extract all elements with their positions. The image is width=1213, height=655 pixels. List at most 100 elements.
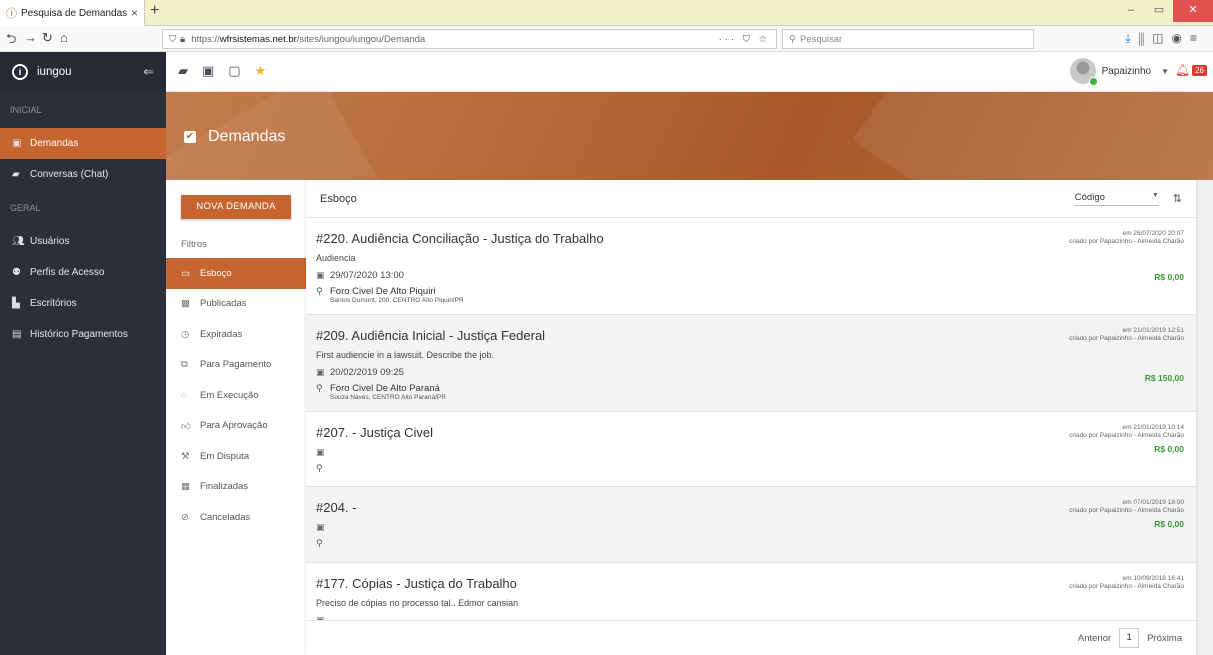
sidebar-item-label: Conversas (Chat) [30, 169, 109, 180]
url-actions-icon[interactable]: ··· ⛉ ☆ [719, 34, 770, 45]
meta-date: em 21/01/2019 10:14 [1122, 424, 1184, 431]
new-demand-button[interactable]: NOVA DEMANDA [181, 195, 291, 219]
menu-icon[interactable]: ≡ [1190, 31, 1205, 45]
filter-label: Finalizadas [200, 481, 249, 493]
meta-author: criado por Papaizinho - Almeida Charão [1069, 335, 1184, 342]
meta-date: em 26/07/2020 20:07 [1122, 230, 1184, 237]
current-page[interactable]: 1 [1119, 628, 1140, 648]
prev-page-button[interactable]: Anterior [1078, 633, 1111, 644]
app-sidebar: i iungou ⇐ INICIAL ▣ Demandas ▰ Conversa… [0, 52, 166, 655]
demand-title[interactable]: #209. Audiência Inicial - Justiça Federa… [316, 328, 1186, 343]
demand-date-text: 29/07/2020 13:00 [330, 270, 404, 281]
sidebar-item-usuarios[interactable]: 👥︎ Usuários [0, 226, 166, 257]
map-pin-icon: ⚲ [316, 463, 323, 473]
browser-tab[interactable]: ⓘ Pesquisa de Demandas × [0, 0, 145, 26]
filter-label: Esboço [200, 267, 232, 279]
filter-label: Em Disputa [200, 450, 250, 462]
library-icon[interactable]: ⫼ [1139, 31, 1153, 45]
demand-title[interactable]: #220. Audiência Conciliação - Justiça do… [316, 231, 1186, 246]
demand-description: Preciso de cópias no processo tal.. Edmo… [316, 598, 519, 608]
url-domain: wfrsistemas.net.br [219, 33, 297, 45]
sidebar-item-label: Demandas [30, 138, 79, 149]
demand-location: ⚲ Foro Civel De Alto Paraná Souza Naves,… [316, 383, 1186, 401]
forward-icon[interactable]: → [24, 30, 37, 45]
filter-canceladas[interactable]: ⊘ Canceladas [166, 502, 306, 533]
location-address: Souza Naves, CENTRO Alto Paraná/PR [330, 394, 446, 401]
new-tab-button[interactable]: + [150, 2, 159, 20]
filter-em-disputa[interactable]: ⚒ Em Disputa [166, 441, 306, 472]
next-page-button[interactable]: Próxima [1147, 633, 1182, 644]
maximize-icon[interactable]: ▭ [1145, 0, 1173, 22]
browser-toolbar-icons: ⤓⫼◫◉≡ [1125, 31, 1205, 46]
demand-title[interactable]: #204. - [316, 500, 1186, 515]
office-icon: ▙ [12, 298, 20, 309]
filter-publicadas[interactable]: ▩ Publicadas [166, 289, 306, 320]
filter-para-pagamento[interactable]: ⧉ Para Pagamento [166, 350, 306, 381]
contact-card-icon[interactable]: ▣ [202, 63, 228, 78]
filter-finalizadas[interactable]: ▦ Finalizadas [166, 472, 306, 503]
copy-icon: ⧉ [181, 359, 188, 371]
demands-card: Esboço Código ▼ ⇅ #220. Audiência Concil… [306, 180, 1196, 655]
star-icon[interactable]: ★ [255, 63, 281, 78]
sidebar-item-historico[interactable]: ▤ Histórico Pagamentos [0, 319, 166, 350]
url-bar[interactable]: ⛉ 🔒︎ https://wfrsistemas.net.br/sites/iu… [162, 29, 777, 49]
demand-meta: em 21/01/2019 12:51 criado por Papaizinh… [1069, 327, 1184, 343]
sidebar-item-chat[interactable]: ▰ Conversas (Chat) [0, 159, 166, 190]
demand-row[interactable]: #204. - ▣ ⚲ em 07/01/2019 18:00 criado p… [306, 487, 1196, 563]
profile-icon: ⚉ [12, 267, 21, 278]
demand-price: R$ 150,00 [1144, 373, 1184, 383]
payments-icon: ▤ [12, 329, 22, 340]
filter-esboco[interactable]: ▭ Esboço [166, 258, 306, 289]
home-icon[interactable]: ⌂ [60, 30, 68, 45]
filter-para-aprovacao[interactable]: 👍︎ Para Aprovação [166, 411, 306, 442]
user-menu[interactable]: Papaizinho ▼ [1069, 58, 1169, 86]
sort-value: Código [1074, 191, 1105, 203]
cancel-icon: ⊘ [181, 511, 189, 523]
browser-tab-bar: ⓘ Pesquisa de Demandas × + – ▭ ✕ [0, 0, 1213, 26]
sidebar-item-perfis[interactable]: ⚉ Perfis de Acesso [0, 257, 166, 288]
demand-title[interactable]: #177. Cópias - Justiça do Trabalho [316, 576, 1186, 591]
sidebar-item-escritorios[interactable]: ▙ Escritórios [0, 288, 166, 319]
calendar-icon: ▣ [12, 138, 22, 149]
demand-meta: em 26/07/2020 20:07 criado por Papaizinh… [1069, 230, 1184, 246]
sidebar-item-demandas[interactable]: ▣ Demandas [0, 128, 166, 159]
sort-order-icon[interactable]: ⇅ [1173, 192, 1182, 205]
clock-icon: ◷ [181, 328, 190, 340]
calendar-icon: ▣ [316, 367, 325, 377]
tab-title: Pesquisa de Demandas [21, 7, 128, 19]
calendar-icon: ▣ [316, 270, 325, 280]
bell-icon: 🔔︎ [1174, 63, 1191, 77]
window-close-icon[interactable]: ✕ [1173, 0, 1213, 22]
demand-description: Audiencia [316, 253, 356, 263]
filter-em-execucao[interactable]: ◌ Em Execução [166, 380, 306, 411]
map-pin-icon: ⚲ [316, 538, 323, 548]
demand-date-text: 20/02/2019 09:25 [330, 367, 404, 378]
demand-row[interactable]: #209. Audiência Inicial - Justiça Federa… [306, 315, 1196, 412]
window-controls: – ▭ ✕ [1117, 0, 1213, 22]
demand-meta: em 10/09/2018 16:41 criado por Papaizinh… [1069, 575, 1184, 591]
notifications[interactable]: 🔔︎ 26 [1175, 63, 1207, 77]
minimize-icon[interactable]: – [1117, 0, 1145, 22]
chat-icon[interactable]: ▰ [178, 63, 202, 78]
sidebar-toggle-icon[interactable]: ◫ [1152, 31, 1171, 45]
online-status-icon [1088, 77, 1098, 86]
demand-row[interactable]: #220. Audiência Conciliação - Justiça do… [306, 218, 1196, 315]
collapse-sidebar-icon[interactable]: ⇐ [143, 64, 154, 80]
browser-search-input[interactable]: ⚲ Pesquisar [782, 29, 1034, 49]
meta-author: criado por Papaizinho - Almeida Charão [1069, 583, 1184, 590]
demand-row[interactable]: #207. - Justiça Civel ▣ ⚲ em 21/01/2019 … [306, 412, 1196, 487]
extension-icon[interactable]: ◉ [1172, 31, 1190, 45]
demand-row[interactable]: #177. Cópias - Justiça do Trabalho Preci… [306, 563, 1196, 620]
lock-icon: 🔒︎ [180, 33, 186, 45]
demand-date: ▣ [316, 522, 1186, 533]
demand-title[interactable]: #207. - Justiça Civel [316, 425, 1186, 440]
tab-close-icon[interactable]: × [131, 6, 138, 20]
back-icon[interactable]: ⮌ [6, 30, 16, 52]
sort-select[interactable]: Código ▼ [1074, 191, 1159, 206]
checkbox-icon: ✔ [184, 131, 196, 143]
download-icon[interactable]: ⤓ [1125, 31, 1138, 45]
calendar-icon[interactable]: ▢ [228, 63, 254, 78]
reload-icon[interactable]: ↻ [42, 30, 53, 46]
demand-location: ⚲ [316, 463, 1186, 474]
filter-expiradas[interactable]: ◷ Expiradas [166, 319, 306, 350]
